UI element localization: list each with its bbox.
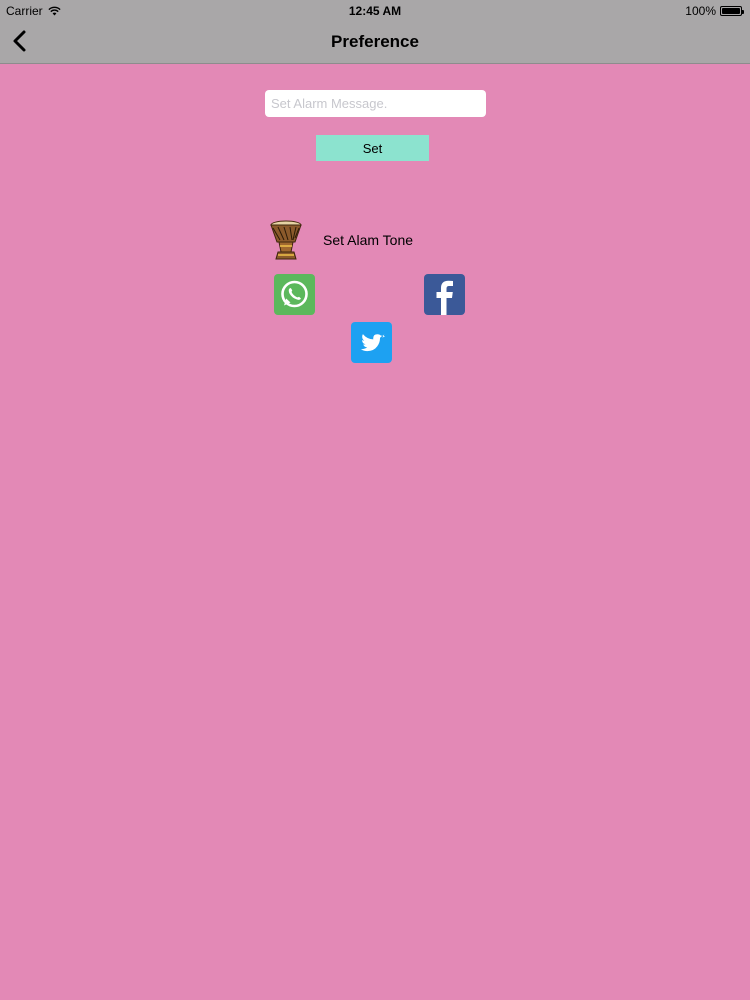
status-time: 12:45 AM [348,4,402,18]
nav-bar: Preference [0,20,750,64]
header: Carrier 12:45 AM 100% Preference [0,0,750,64]
alarm-tone-row[interactable]: Set Alam Tone [268,220,413,260]
facebook-button[interactable] [424,274,465,315]
battery-percent: 100% [685,4,716,18]
page-title: Preference [331,32,419,51]
drum-icon [270,220,302,260]
facebook-icon [436,280,453,315]
whatsapp-icon [281,280,308,308]
twitter-icon [360,334,385,352]
battery-icon [720,6,744,16]
alarm-message-input[interactable] [265,90,486,117]
status-bar: Carrier 12:45 AM 100% [0,0,750,20]
whatsapp-button[interactable] [274,274,315,315]
set-button[interactable]: Set [316,135,429,161]
battery: 100% [685,4,744,18]
alarm-tone-label[interactable]: Set Alam Tone [323,232,413,248]
twitter-button[interactable] [351,322,392,363]
